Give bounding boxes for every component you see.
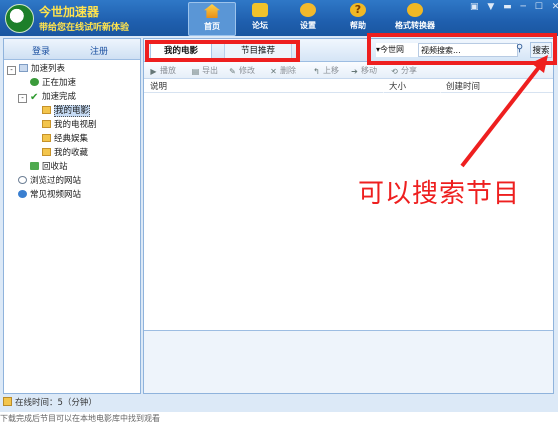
delete-button[interactable]: ✕ 删除	[269, 65, 296, 76]
app-slogan: 带给您在线试听新体验	[39, 23, 130, 33]
folder-icon	[42, 120, 51, 128]
export-icon: ▤	[191, 67, 200, 76]
folder-icon	[42, 106, 51, 114]
tree-item-common-sites[interactable]: 常见视频网站	[18, 189, 81, 202]
tree-item-favorites[interactable]: 我的收藏	[42, 147, 88, 160]
column-header-size[interactable]: 大小	[389, 80, 406, 92]
move-button[interactable]: ➔ 移动	[350, 65, 377, 76]
collapse-icon[interactable]: -	[7, 66, 16, 75]
nav-settings-label: 设置	[300, 21, 316, 30]
nav-home-button[interactable]: 首页	[188, 2, 236, 36]
delete-label: 删除	[280, 66, 296, 75]
online-time: 在线时间：5（分钟）	[15, 398, 97, 408]
app-logo-icon	[5, 4, 34, 33]
ie-icon	[18, 190, 27, 198]
tree-item-completed[interactable]: - ✔ 加速完成	[18, 91, 76, 104]
app-name: 今世加速器	[39, 5, 100, 19]
export-button[interactable]: ▤ 导出	[191, 65, 218, 76]
detail-pane	[144, 330, 553, 393]
tree-item-browsed[interactable]: 浏览过的网站	[18, 175, 81, 188]
help-icon: ?	[350, 3, 366, 17]
home-icon	[204, 4, 220, 18]
gear-icon	[300, 3, 316, 17]
move-label: 移动	[361, 66, 377, 75]
folder-icon	[42, 134, 51, 142]
tree-label-recycle: 回收站	[42, 162, 68, 172]
nav-forum-button[interactable]: 论坛	[240, 2, 280, 34]
tree-item-root[interactable]: - 加速列表	[7, 63, 65, 76]
collapse-icon[interactable]: -	[18, 94, 27, 103]
tree-item-my-tv[interactable]: 我的电视剧	[42, 119, 97, 132]
recycle-bin-icon	[30, 162, 39, 170]
status-icon	[3, 397, 12, 406]
tree-item-classics[interactable]: 经典娱集	[42, 133, 88, 146]
move-up-label: 上移	[323, 66, 339, 75]
status-bar: 在线时间：5（分钟）	[3, 396, 555, 410]
play-label: 播放	[160, 66, 176, 75]
tree-label-my-tv: 我的电视剧	[54, 120, 97, 130]
convert-icon	[407, 3, 423, 17]
share-label: 分享	[401, 66, 417, 75]
play-icon: ▶	[150, 67, 157, 76]
folder-icon	[42, 148, 51, 156]
login-bar: 登录 注册	[4, 39, 140, 60]
tree-label-common-sites: 常见视频网站	[30, 190, 82, 200]
clock-icon	[18, 176, 27, 184]
tabs-highlight-box	[145, 40, 300, 62]
delete-icon: ✕	[270, 67, 277, 76]
tree-label-accelerating: 正在加速	[42, 78, 77, 88]
caption-text: 下载完成后节目可以在本地电影库中找到观看	[0, 414, 160, 423]
tree-label-root: 加速列表	[31, 64, 66, 74]
annotation-arrow-icon	[460, 55, 548, 168]
register-link[interactable]: 注册	[90, 44, 108, 57]
left-panel: 登录 注册 - 加速列表 正在加速 - ✔ 加速完成 我的电影 我的电视剧 经典娱集 …	[3, 38, 141, 394]
annotation-text: 可以搜索节目	[358, 179, 521, 209]
edit-label: 修改	[239, 66, 255, 75]
nav-convert-label: 格式转换器	[395, 21, 435, 30]
title-bar: 今世加速器 带给您在线试听新体验 首页 论坛 设置 ? 帮助 格式转换器 ▣ ▼…	[0, 0, 558, 36]
window-controls[interactable]: ▣ ▼ ▬ ─ ☐ ✕	[470, 2, 558, 12]
edit-icon: ✎	[229, 67, 236, 76]
check-icon: ✔	[30, 92, 39, 103]
list-icon	[19, 64, 28, 72]
nav-home-label: 首页	[204, 22, 220, 31]
share-button[interactable]: ⟲ 分享	[390, 65, 417, 76]
column-header-description[interactable]: 说明	[150, 80, 167, 92]
nav-help-label: 帮助	[350, 21, 366, 30]
nav-forum-label: 论坛	[252, 21, 268, 30]
accelerating-icon	[30, 78, 39, 86]
nav-help-button[interactable]: ? 帮助	[338, 2, 378, 34]
tree-item-accelerating[interactable]: 正在加速	[30, 77, 76, 90]
tree-item-my-movies[interactable]: 我的电影	[42, 105, 91, 118]
move-icon: ➔	[351, 67, 358, 76]
share-icon: ⟲	[391, 67, 398, 76]
forum-icon	[252, 3, 268, 17]
edit-button[interactable]: ✎ 修改	[228, 65, 255, 76]
tree-label-favorites: 我的收藏	[54, 148, 89, 158]
tree-label-my-movies: 我的电影	[54, 105, 91, 117]
move-up-button[interactable]: ↰ 上移	[312, 65, 339, 76]
tree-item-recycle[interactable]: 回收站	[30, 161, 68, 174]
play-button[interactable]: ▶ 播放	[149, 65, 176, 76]
export-label: 导出	[202, 66, 218, 75]
move-up-icon: ↰	[313, 67, 320, 76]
tree-label-completed: 加速完成	[42, 92, 77, 102]
login-link[interactable]: 登录	[32, 44, 50, 57]
nav-convert-button[interactable]: 格式转换器	[385, 2, 445, 34]
tree-label-classics: 经典娱集	[54, 134, 89, 144]
tree-label-browsed: 浏览过的网站	[30, 176, 82, 186]
nav-settings-button[interactable]: 设置	[286, 2, 330, 34]
